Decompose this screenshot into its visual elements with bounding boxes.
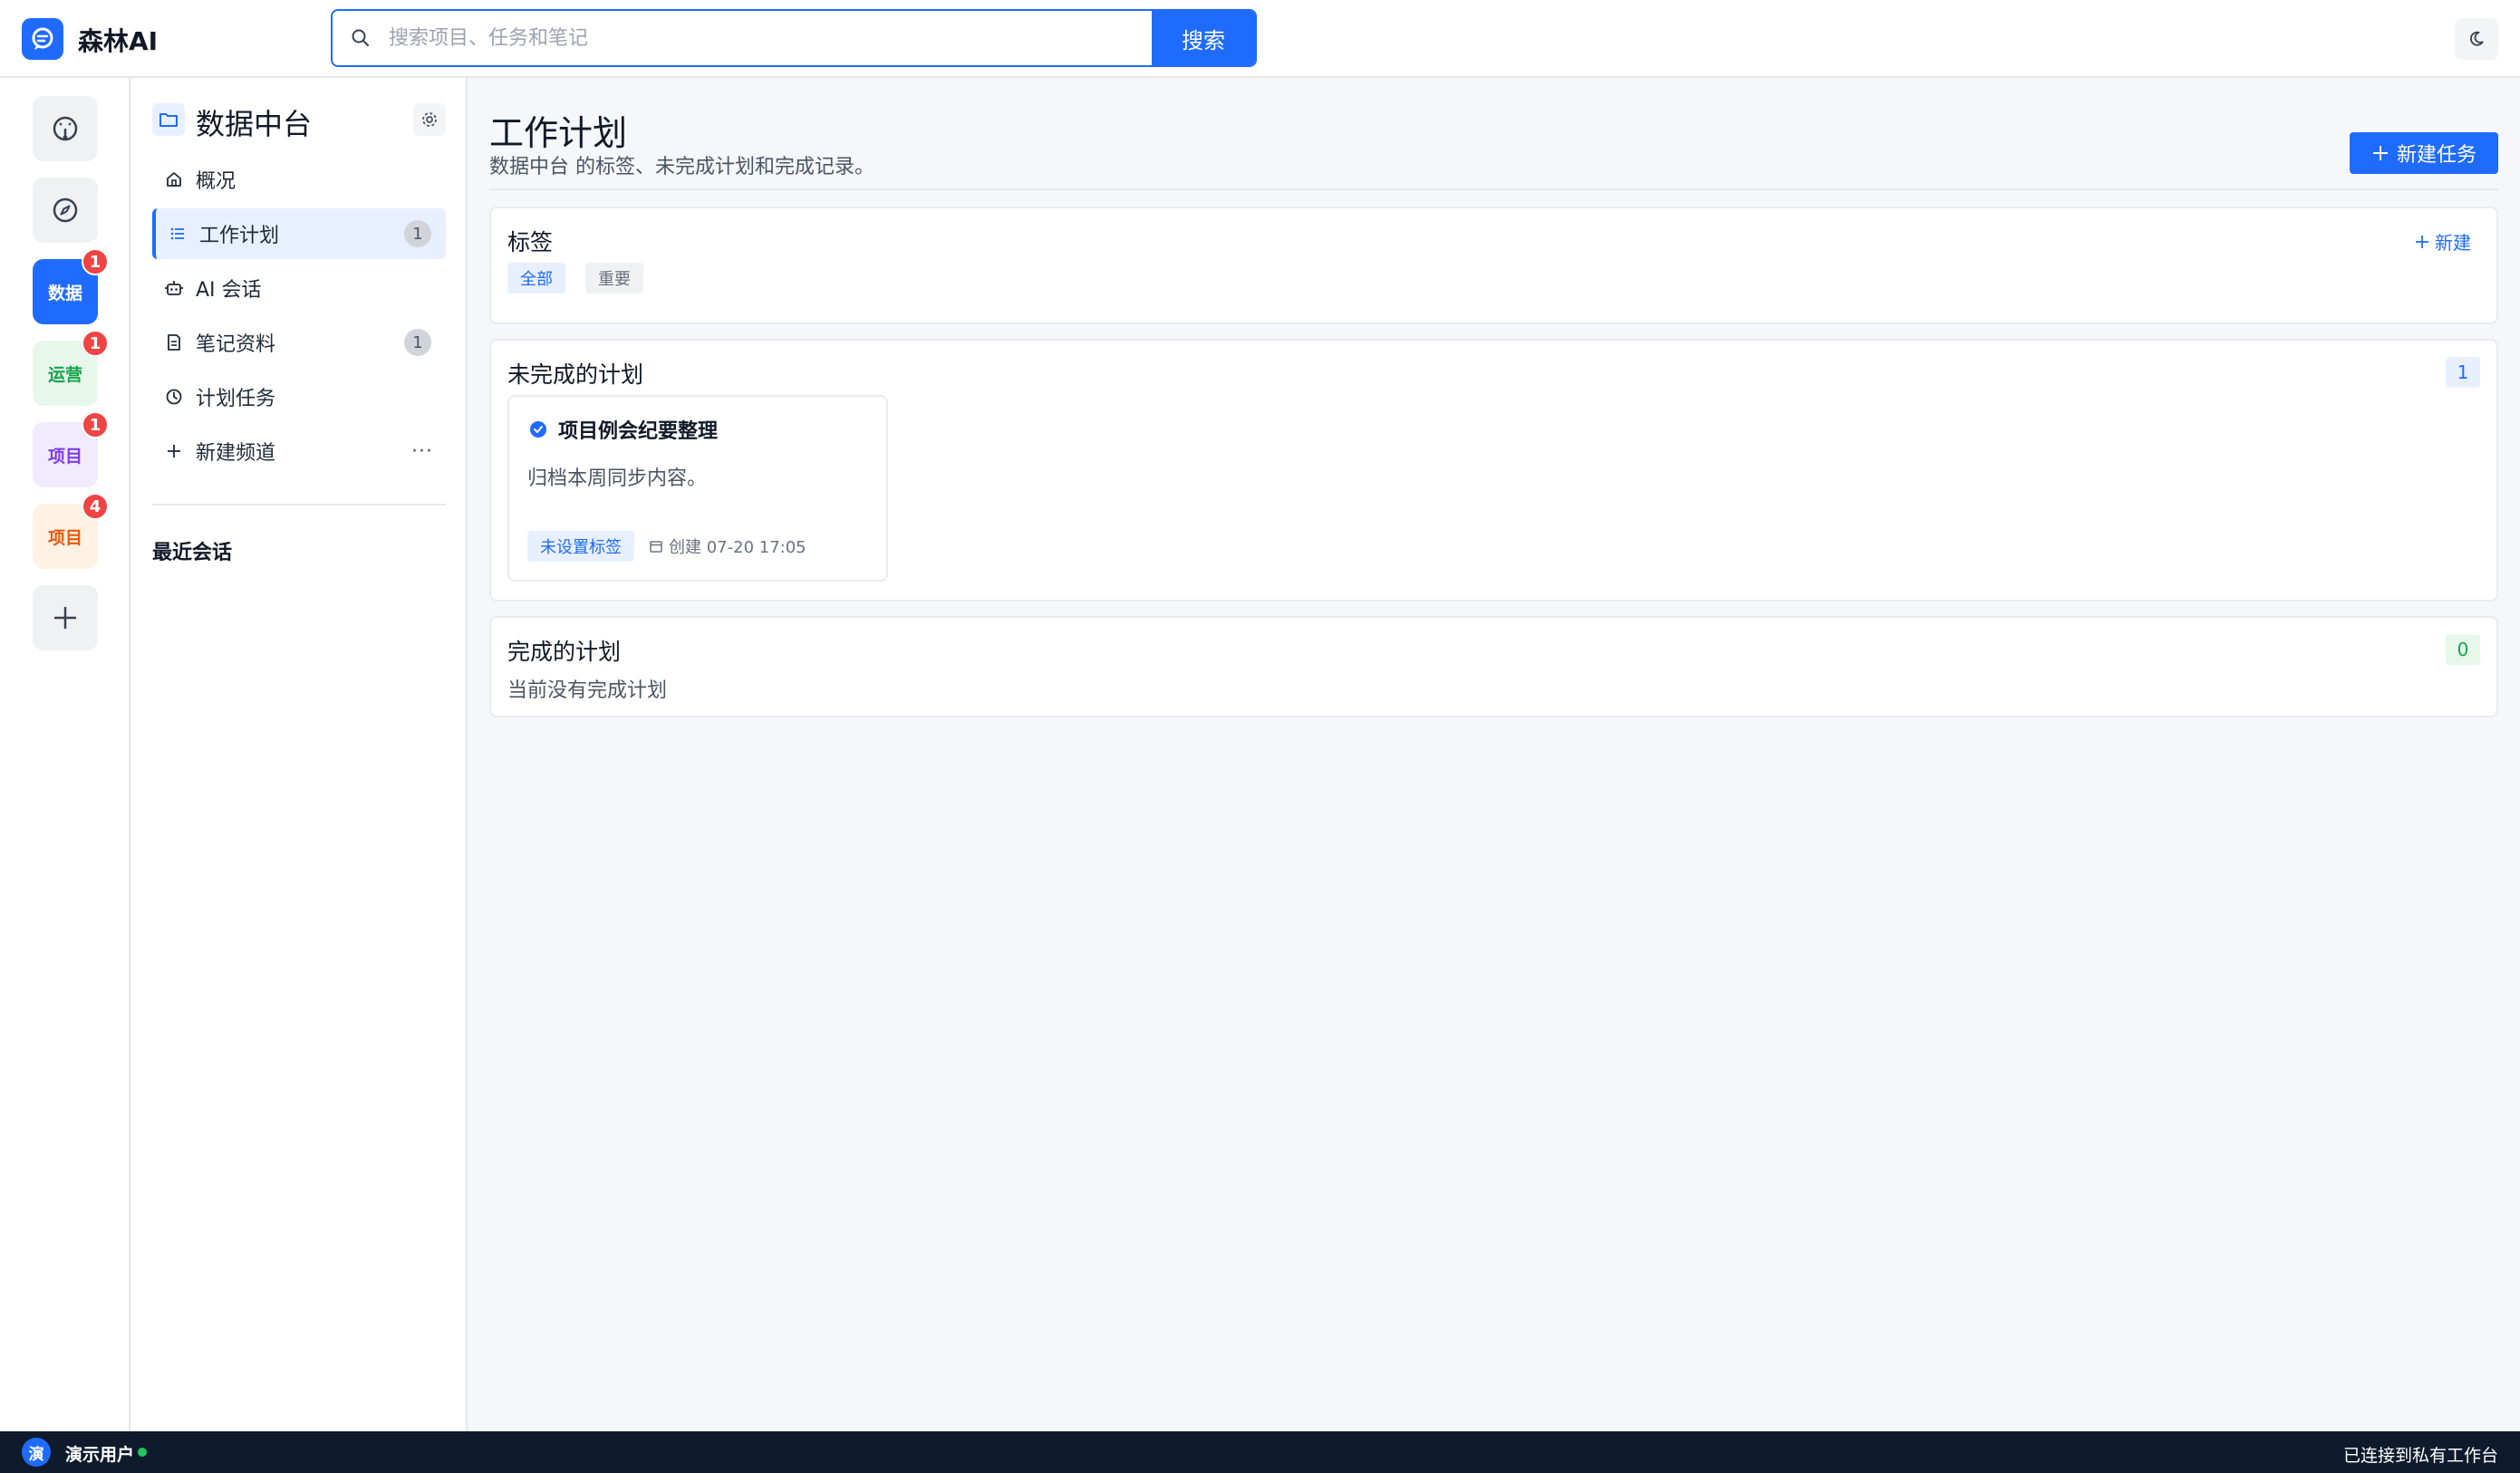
new-tag-button[interactable]: 新建 <box>2415 228 2471 255</box>
plus-icon <box>54 607 76 629</box>
done-section-title: 完成的计划 <box>507 639 622 665</box>
rail-dashboard-button[interactable] <box>33 96 98 161</box>
search-bar: 搜索 <box>331 9 1257 67</box>
rail-workspace-project-2[interactable]: 项目 4 <box>33 493 109 569</box>
plan-created-text: 创建 07-20 17:05 <box>669 538 806 557</box>
rail-workspace-label: 项目 <box>47 446 82 467</box>
robot-icon <box>152 279 196 297</box>
sidebar-item-notes[interactable]: 笔记资料 1 <box>152 317 446 368</box>
avatar[interactable]: 演 <box>22 1438 51 1467</box>
rail-add-workspace-button[interactable] <box>33 585 98 650</box>
recent-chats-heading: 最近会话 <box>152 542 233 564</box>
check-circle-icon <box>530 421 546 438</box>
rail-explore-button[interactable] <box>33 178 98 243</box>
theme-toggle-button[interactable] <box>2455 18 2498 60</box>
plus-icon <box>2416 235 2428 248</box>
sidebar-item-scheduled-tasks[interactable]: 计划任务 <box>152 371 446 422</box>
workspace-rail: 数据 1 运营 1 项目 1 项目 4 <box>0 78 130 1431</box>
plan-title: 项目例会纪要整理 <box>558 420 719 443</box>
main-content: 工作计划 数据中台 的标签、未完成计划和完成记录。 新建任务 标签 新建 全部 … <box>468 78 2520 1431</box>
moon-icon <box>2469 31 2484 46</box>
tag-chip-all[interactable]: 全部 <box>507 263 565 294</box>
user-name: 演示用户 <box>65 1445 135 1465</box>
rail-workspace-project-1[interactable]: 项目 1 <box>33 411 109 487</box>
sidebar-item-label: 计划任务 <box>196 388 276 410</box>
sidebar-item-ai-chat[interactable]: AI 会话 <box>152 263 446 313</box>
done-plans-card: 完成的计划 0 当前没有完成计划 <box>489 616 2498 717</box>
sidebar-item-overview[interactable]: 概况 <box>152 154 446 205</box>
sidebar-item-label: 概况 <box>196 170 237 193</box>
unread-badge: 1 <box>82 330 109 357</box>
new-task-label: 新建任务 <box>2396 144 2477 167</box>
plan-created-date: 创建 07-20 17:05 <box>649 534 806 558</box>
tags-section-title: 标签 <box>507 229 554 255</box>
item-count-badge: 1 <box>404 220 431 247</box>
connection-status: 已连接到私有工作台 <box>2342 1446 2498 1466</box>
home-icon <box>152 170 196 188</box>
page-subtitle: 数据中台 的标签、未完成计划和完成记录。 <box>489 156 874 178</box>
plus-icon <box>2372 146 2388 160</box>
rail-workspace-ops[interactable]: 运营 1 <box>33 330 109 406</box>
unread-badge: 1 <box>82 411 109 438</box>
sidebar-item-label: 笔记资料 <box>196 333 276 356</box>
status-bar: 演 演示用户 已连接到私有工作台 <box>0 1431 2520 1473</box>
done-empty-text: 当前没有完成计划 <box>507 679 668 702</box>
sidebar-item-label: AI 会话 <box>196 279 262 302</box>
new-tag-label: 新建 <box>2435 232 2471 254</box>
item-count-badge: 1 <box>404 329 431 356</box>
plan-description: 归档本周同步内容。 <box>527 467 708 490</box>
rail-workspace-label: 数据 <box>47 283 82 303</box>
rail-workspace-label: 项目 <box>47 527 82 548</box>
gear-icon <box>422 112 437 127</box>
header-divider <box>489 188 2498 190</box>
dashboard-icon <box>53 116 78 141</box>
plan-card[interactable]: 项目例会纪要整理 归档本周同步内容。 未设置标签 创建 07-20 17:05 <box>507 395 888 582</box>
search-input[interactable] <box>389 11 1152 65</box>
sidebar-item-new-channel[interactable]: 新建频道 ··· <box>152 426 446 477</box>
unread-badge: 4 <box>82 493 109 520</box>
clock-icon <box>152 388 196 406</box>
pending-section-title: 未完成的计划 <box>507 361 644 388</box>
calendar-icon <box>650 541 662 553</box>
sidebar-item-work-plan[interactable]: 工作计划 1 <box>152 208 446 259</box>
workspace-title: 数据中台 <box>196 107 313 141</box>
pending-plans-card: 未完成的计划 1 项目例会纪要整理 归档本周同步内容。 未设置标签 创建 07-… <box>489 339 2498 602</box>
list-icon <box>156 225 199 243</box>
top-bar: 森林AI 搜索 <box>0 0 2520 78</box>
sidebar-item-label: 新建频道 <box>196 442 276 465</box>
sidebar-divider <box>152 504 446 505</box>
pending-count-badge: 1 <box>2446 357 2480 388</box>
new-task-button[interactable]: 新建任务 <box>2350 132 2498 174</box>
rail-workspace-label: 运营 <box>47 364 82 385</box>
search-button[interactable]: 搜索 <box>1152 11 1255 65</box>
workspace-settings-button[interactable] <box>413 103 446 136</box>
plan-title-row: 项目例会纪要整理 <box>529 415 718 444</box>
channel-sidebar: 数据中台 概况 工作计划 1 AI 会话 笔记资料 1 计划任务 新建频道 ··… <box>130 78 468 1431</box>
app-title: 森林AI <box>78 26 159 56</box>
tag-chip-important[interactable]: 重要 <box>585 263 643 294</box>
tags-card: 标签 新建 全部 重要 <box>489 207 2498 324</box>
plus-icon <box>152 442 196 460</box>
plan-meta: 未设置标签 创建 07-20 17:05 <box>527 531 806 562</box>
compass-icon <box>53 197 78 223</box>
more-options-button[interactable]: ··· <box>411 440 433 463</box>
search-icon <box>333 11 389 65</box>
rail-workspace-data[interactable]: 数据 1 <box>33 248 109 324</box>
done-count-badge: 0 <box>2446 634 2480 665</box>
chat-bubble-logo-icon <box>32 27 53 50</box>
plan-tag-chip[interactable]: 未设置标签 <box>527 531 634 562</box>
sidebar-item-label: 工作计划 <box>199 225 280 247</box>
online-status-dot <box>138 1448 147 1457</box>
page-title: 工作计划 <box>489 113 628 153</box>
note-icon <box>152 333 196 351</box>
folder-icon <box>152 103 185 136</box>
unread-badge: 1 <box>82 248 109 275</box>
app-logo[interactable] <box>22 18 63 60</box>
